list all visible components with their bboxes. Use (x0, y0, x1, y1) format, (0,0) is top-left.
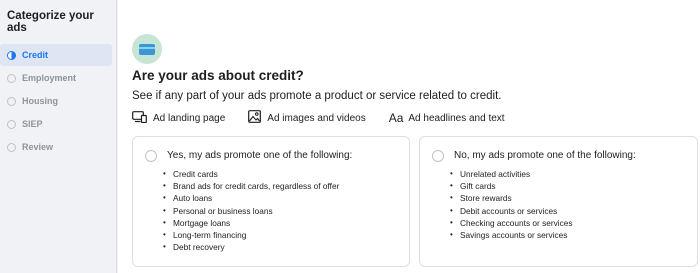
list-item: Checking accounts or services (450, 217, 573, 229)
list-item: Debit accounts or services (450, 205, 573, 217)
list-item: Unrelated activities (450, 168, 573, 180)
feature-headlines-text: Aa Ad headlines and text (389, 111, 505, 125)
feature-images-videos: Ad images and videos (248, 110, 366, 126)
step-label: Housing (22, 96, 58, 106)
option-no-list: Unrelated activities Gift cards Store re… (450, 168, 573, 241)
list-item: Credit cards (163, 168, 339, 180)
list-item: Brand ads for credit cards, regardless o… (163, 180, 339, 192)
step-housing[interactable]: Housing (0, 90, 112, 112)
step-list: Credit Employment Housing SIEP Review (0, 44, 116, 158)
step-review[interactable]: Review (0, 136, 112, 158)
option-yes-card[interactable]: Yes, my ads promote one of the following… (132, 136, 410, 267)
list-item: Personal or business loans (163, 205, 339, 217)
feature-label: Ad headlines and text (408, 112, 505, 124)
option-yes-title: Yes, my ads promote one of the following… (167, 150, 353, 161)
devices-icon (132, 110, 147, 126)
list-item: Long-term financing (163, 229, 339, 241)
step-label: Review (22, 142, 54, 152)
step-label: Credit (22, 50, 49, 60)
page-description: See if any part of your ads promote a pr… (132, 90, 502, 102)
list-item: Savings accounts or services (450, 229, 573, 241)
list-item: Store rewards (450, 192, 573, 204)
list-item: Mortgage loans (163, 217, 339, 229)
step-employment[interactable]: Employment (0, 67, 112, 89)
option-no-card[interactable]: No, my ads promote one of the following:… (419, 136, 698, 267)
step-label: SIEP (22, 119, 43, 129)
step-label: Employment (22, 73, 77, 83)
sidebar: Categorize your ads Credit Employment Ho… (0, 0, 117, 273)
option-yes-list: Credit cards Brand ads for credit cards,… (163, 168, 339, 254)
progress-half-icon (7, 50, 16, 60)
text-aa-icon: Aa (388, 111, 404, 125)
feature-label: Ad images and videos (267, 112, 366, 124)
image-icon (248, 110, 262, 126)
feature-label: Ad landing page (153, 112, 226, 124)
empty-circle-icon (7, 142, 16, 152)
step-credit[interactable]: Credit (0, 44, 112, 66)
app-window: Categorize your ads Credit Employment Ho… (0, 0, 700, 273)
radio-no[interactable] (432, 150, 444, 162)
credit-card-icon (132, 34, 162, 64)
feature-landing-page: Ad landing page (132, 110, 226, 126)
radio-yes[interactable] (145, 150, 157, 162)
list-item: Auto loans (163, 192, 339, 204)
empty-circle-icon (7, 96, 16, 106)
list-item: Gift cards (450, 180, 573, 192)
step-siep[interactable]: SIEP (0, 113, 112, 135)
sidebar-title: Categorize your ads (7, 10, 94, 34)
main-panel: Are your ads about credit? See if any pa… (118, 0, 700, 273)
list-item: Debt recovery (163, 241, 339, 253)
page-title: Are your ads about credit? (132, 68, 304, 83)
feature-list: Ad landing page Ad images and videos Aa … (132, 110, 528, 126)
option-no-title: No, my ads promote one of the following: (454, 150, 636, 161)
card-shape (139, 43, 155, 55)
empty-circle-icon (7, 73, 16, 83)
empty-circle-icon (7, 119, 16, 129)
